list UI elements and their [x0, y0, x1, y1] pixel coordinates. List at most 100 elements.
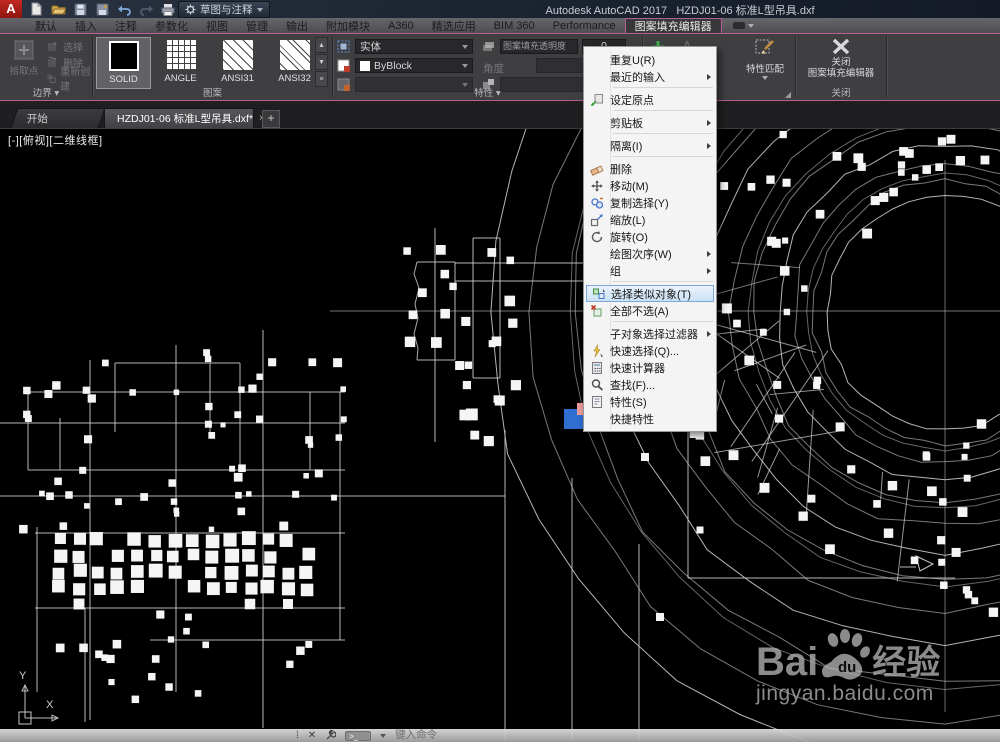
- viewport-controls[interactable]: [-][俯视][二维线框]: [8, 132, 103, 148]
- panel-label-pattern[interactable]: 图案: [93, 85, 332, 99]
- hatch-swatch-icon-ansi31: [222, 40, 253, 70]
- gallery-down-icon[interactable]: ▼: [315, 54, 328, 70]
- menu-item-label: 快捷特性: [610, 413, 654, 426]
- ribbon-tab-4[interactable]: 参数化: [146, 18, 197, 33]
- ribbon-tab-6[interactable]: 管理: [237, 18, 277, 33]
- menu-item-11[interactable]: 绘图次序(W): [584, 245, 716, 262]
- hatch-color-dropdown[interactable]: ByBlock: [355, 58, 473, 73]
- redo-button[interactable]: [138, 2, 154, 16]
- context-menu: 重复U(R) 最近的输入设定原点剪贴板隔离(I) 删除移动(M) 复制选择(Y) 缩放(…: [583, 46, 717, 432]
- command-prompt-icon[interactable]: >_: [345, 730, 372, 741]
- copy-icon: [584, 196, 610, 210]
- new-button[interactable]: [28, 2, 44, 16]
- quickcalc-icon: [584, 361, 610, 375]
- hatch-swatch-angle[interactable]: ANGLE: [153, 37, 208, 89]
- hatch-type-dropdown[interactable]: 实体: [355, 39, 473, 54]
- menu-item-label: 剪贴板: [610, 117, 643, 130]
- menu-item-label: 重复U(R): [610, 54, 656, 67]
- hatch-swatch-icon-angle: [165, 40, 196, 70]
- ribbon-tab-9[interactable]: A360: [379, 18, 423, 33]
- command-drag-handle[interactable]: ⁞: [296, 729, 299, 742]
- menu-separator: [613, 110, 713, 111]
- command-customize-icon[interactable]: [325, 730, 337, 741]
- menu-item-20[interactable]: 快捷特性: [584, 410, 716, 427]
- menu-item-3[interactable]: 设定原点: [584, 91, 716, 108]
- menu-item-16[interactable]: 快速选择(Q)...: [584, 342, 716, 359]
- menu-item-17[interactable]: 快速计算器: [584, 359, 716, 376]
- menu-item-label: 全部不选(A): [610, 305, 669, 318]
- menu-item-9[interactable]: 缩放(L): [584, 211, 716, 228]
- watermark-bai: Bai: [756, 640, 819, 684]
- new-drawing-tab-button[interactable]: +: [262, 110, 280, 128]
- boundary-tool-1[interactable]: 选择: [46, 38, 92, 54]
- menu-item-15[interactable]: 子对象选择过滤器: [584, 325, 716, 342]
- boundary-tools: 选择 删除 重新创建: [46, 38, 92, 93]
- menu-item-label: 移动(M): [610, 180, 649, 193]
- submenu-arrow-icon: [707, 267, 711, 274]
- options-expander-icon[interactable]: ◢: [785, 90, 791, 99]
- menu-item-8[interactable]: 复制选择(Y): [584, 194, 716, 211]
- menu-separator: [613, 87, 713, 88]
- save-as-button[interactable]: [94, 2, 110, 16]
- menu-item-1[interactable]: 重复U(R): [584, 51, 716, 68]
- command-line-bar[interactable]: ⁞ ✕ >_ 键入命令: [0, 729, 1000, 742]
- ribbon-tab-hatch-editor[interactable]: 图案填充编辑器: [624, 18, 722, 33]
- hatch-swatch-ansi31[interactable]: ANSI31: [210, 37, 265, 89]
- hatch-swatch-solid[interactable]: SOLID: [96, 37, 151, 89]
- gallery-up-icon[interactable]: ▲: [315, 37, 328, 53]
- match-properties-button[interactable]: 特性匹配: [743, 37, 787, 80]
- menu-item-4[interactable]: 剪贴板: [584, 114, 716, 131]
- ribbon-display-toggle-icon[interactable]: [722, 18, 766, 33]
- ribbon-tab-10[interactable]: 精选应用: [423, 18, 485, 33]
- hatch-color-icon: [337, 59, 350, 72]
- open-button[interactable]: [50, 2, 66, 16]
- menu-item-19[interactable]: 特性(S): [584, 393, 716, 410]
- boundary-tool-3[interactable]: 重新创建: [46, 67, 92, 93]
- hatch-swatch-ansi32[interactable]: ANSI32: [267, 37, 322, 89]
- command-dropdown-caret[interactable]: [380, 733, 387, 738]
- menu-item-18[interactable]: 查找(F)...: [584, 376, 716, 393]
- properties-icon: [584, 395, 610, 409]
- workspace-name: 草图与注释: [200, 4, 253, 16]
- baidu-watermark: Bai du 经验 jingyan.baidu.com: [756, 628, 940, 706]
- undo-button[interactable]: [116, 2, 132, 16]
- save-button[interactable]: [72, 2, 88, 16]
- menu-separator: [613, 133, 713, 134]
- watermark-url: jingyan.baidu.com: [756, 682, 934, 705]
- menu-item-12[interactable]: 组: [584, 262, 716, 279]
- ribbon-tab-3[interactable]: 注释: [106, 18, 146, 33]
- ribbon-tab-7[interactable]: 输出: [277, 18, 317, 33]
- angle-label: 角度: [483, 63, 504, 75]
- workspace-switcher[interactable]: 草图与注释: [178, 1, 270, 18]
- command-input-placeholder[interactable]: 键入命令: [395, 729, 437, 742]
- menu-item-2[interactable]: 最近的输入: [584, 68, 716, 85]
- hatch-swatch-label: SOLID: [109, 74, 138, 85]
- ribbon-tab-8[interactable]: 附加模块: [317, 18, 379, 33]
- menu-item-label: 缩放(L): [610, 214, 646, 227]
- ribbon-tab-12[interactable]: Performance: [544, 18, 625, 33]
- menu-item-label: 删除: [610, 163, 632, 176]
- pick-points-button[interactable]: 拾取点: [6, 37, 42, 85]
- panel-label-close[interactable]: 关闭: [796, 85, 886, 99]
- file-tab-active-document[interactable]: HZDJ01-06 标准L型吊具.dxf* ×: [104, 108, 265, 128]
- ribbon-tab-2[interactable]: 插入: [66, 18, 106, 33]
- hatch-swatch-label: ANSI32: [278, 73, 311, 84]
- application-menu-button[interactable]: A: [0, 0, 22, 18]
- menu-separator: [613, 321, 713, 322]
- workspace-caret-icon: [256, 7, 263, 12]
- ribbon-tab-5[interactable]: 视图: [197, 18, 237, 33]
- menu-item-5[interactable]: 隔离(I): [584, 137, 716, 154]
- menu-item-7[interactable]: 移动(M): [584, 177, 716, 194]
- plot-button[interactable]: [160, 2, 176, 16]
- menu-item-14[interactable]: 全部不选(A): [584, 302, 716, 319]
- file-tab-start[interactable]: 开始: [10, 108, 106, 128]
- close-hatch-editor-button[interactable]: 关闭 图案填充编辑器: [796, 37, 886, 80]
- menu-item-10[interactable]: 旋转(O): [584, 228, 716, 245]
- ribbon-tab-11[interactable]: BIM 360: [485, 18, 544, 33]
- panel-label-boundary[interactable]: 边界 ▾: [0, 85, 92, 99]
- command-close-icon[interactable]: ✕: [308, 729, 316, 742]
- menu-item-6[interactable]: 删除: [584, 160, 716, 177]
- transparency-field[interactable]: 图案填充透明度: [500, 39, 578, 54]
- ribbon-tab-1[interactable]: 默认: [26, 18, 66, 33]
- menu-item-13[interactable]: 选择类似对象(T): [586, 285, 714, 302]
